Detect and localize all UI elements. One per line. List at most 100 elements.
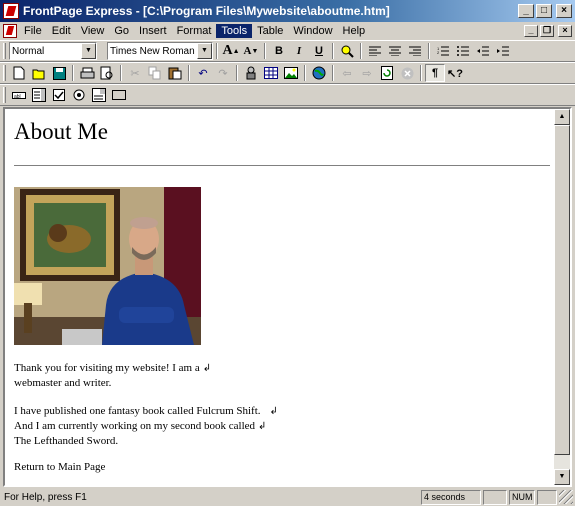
pilcrow-icon: ¶	[431, 67, 439, 79]
document-editor[interactable]: About Me Thank you for visiting my websi…	[3, 107, 572, 487]
menu-window[interactable]: Window	[288, 24, 337, 38]
radio-button-tool[interactable]	[69, 86, 89, 104]
text-color-button[interactable]	[337, 42, 357, 60]
insert-image-button[interactable]	[281, 64, 301, 82]
return-main-page-link[interactable]: Return to Main Page	[14, 461, 105, 473]
text-line-2: webmaster and writer.	[14, 377, 112, 389]
open-button[interactable]	[29, 64, 49, 82]
style-select[interactable]: Normal ▼	[9, 42, 97, 60]
increase-indent-button[interactable]	[493, 42, 513, 60]
insert-webbot-button[interactable]	[241, 64, 261, 82]
chevron-down-icon[interactable]: ▼	[81, 43, 96, 59]
close-button[interactable]: ×	[556, 4, 572, 18]
status-empty-panel	[483, 489, 507, 505]
redo-button[interactable]: ↷	[213, 64, 233, 82]
show-formatting-marks-button[interactable]: ¶	[425, 64, 445, 82]
underline-button[interactable]: U	[309, 42, 329, 60]
refresh-button[interactable]	[377, 64, 397, 82]
menu-edit[interactable]: Edit	[47, 24, 76, 38]
menu-go[interactable]: Go	[109, 24, 134, 38]
document-content[interactable]: About Me Thank you for visiting my websi…	[5, 109, 554, 485]
toolbar-grip[interactable]	[3, 43, 6, 59]
menu-view[interactable]: View	[76, 24, 110, 38]
increase-font-size-button[interactable]: A ▲	[221, 42, 241, 60]
menu-file[interactable]: File	[19, 24, 47, 38]
toolbar-separator	[216, 43, 218, 59]
back-button[interactable]: ⇦	[337, 64, 357, 82]
undo-button[interactable]: ↶	[193, 64, 213, 82]
italic-button[interactable]: I	[289, 42, 309, 60]
minimize-button[interactable]: _	[518, 4, 534, 18]
push-button-tool[interactable]	[109, 86, 129, 104]
toolbar-separator	[188, 65, 190, 81]
numbered-list-button[interactable]: 12	[433, 42, 453, 60]
insert-table-button[interactable]	[261, 64, 281, 82]
decrease-font-size-button[interactable]: A ▼	[241, 42, 261, 60]
hyperlink-button[interactable]	[309, 64, 329, 82]
doc-restore-button[interactable]: ❐	[540, 25, 554, 37]
svg-text:abl: abl	[14, 94, 21, 100]
scroll-thumb[interactable]	[554, 125, 570, 455]
author-photo[interactable]	[14, 187, 201, 345]
print-preview-button[interactable]	[97, 64, 117, 82]
standard-toolbar: ✂ ↶ ↷ ⇦ ⇨ ¶ ↖?	[0, 62, 575, 84]
push-button-icon	[112, 90, 126, 100]
status-bar: For Help, press F1 4 seconds NUM	[0, 488, 575, 506]
paste-button[interactable]	[165, 64, 185, 82]
document-icon[interactable]	[3, 24, 17, 38]
increase-font-icon: A	[222, 43, 233, 58]
title-bar: FrontPage Express - [C:\Program Files\My…	[0, 0, 575, 22]
help-button[interactable]: ↖?	[445, 64, 465, 82]
cut-button[interactable]: ✂	[125, 64, 145, 82]
doc-minimize-button[interactable]: _	[524, 25, 538, 37]
new-document-icon	[13, 66, 25, 80]
menu-tools[interactable]: Tools	[216, 24, 253, 38]
menu-insert[interactable]: Insert	[134, 24, 172, 38]
align-center-button[interactable]	[385, 42, 405, 60]
new-button[interactable]	[9, 64, 29, 82]
toolbar-grip[interactable]	[3, 87, 6, 103]
menu-table[interactable]: Table	[252, 24, 288, 38]
forward-button[interactable]: ⇨	[357, 64, 377, 82]
maximize-button[interactable]: □	[536, 4, 552, 18]
font-select[interactable]: Times New Roman ▼	[107, 42, 213, 60]
frontpage-app-icon[interactable]	[3, 3, 19, 19]
print-preview-icon	[100, 66, 113, 80]
table-icon	[264, 67, 278, 79]
dropdown-icon	[92, 88, 106, 102]
one-line-textbox-button[interactable]: abl	[9, 86, 29, 104]
scroll-up-button[interactable]: ▲	[554, 109, 570, 125]
scrolling-textbox-button[interactable]	[29, 86, 49, 104]
toolbar-separator	[236, 65, 238, 81]
save-disk-icon	[52, 66, 66, 80]
toolbar-separator	[428, 43, 430, 59]
bulleted-list-button[interactable]	[453, 42, 473, 60]
stop-button[interactable]	[397, 64, 417, 82]
align-right-icon	[409, 46, 421, 56]
print-button[interactable]	[77, 64, 97, 82]
decrease-indent-button[interactable]	[473, 42, 493, 60]
document-window-controls: _ ❐ ×	[524, 25, 575, 37]
align-right-button[interactable]	[405, 42, 425, 60]
intro-paragraph: Thank you for visiting my website! I am …	[14, 361, 211, 390]
resize-grip[interactable]	[559, 490, 573, 504]
menu-format[interactable]: Format	[172, 24, 217, 38]
bold-button[interactable]: B	[269, 42, 289, 60]
menu-help[interactable]: Help	[338, 24, 371, 38]
text-line-5: The Lefthanded Sword.	[14, 435, 119, 447]
format-toolbar: Normal ▼ Times New Roman ▼ A ▲ A ▼ B I U 1…	[0, 40, 575, 62]
text-line-1: Thank you for visiting my website! I am …	[14, 362, 200, 374]
doc-close-button[interactable]: ×	[558, 25, 572, 37]
toolbar-grip[interactable]	[3, 65, 6, 81]
checkbox-button[interactable]	[49, 86, 69, 104]
copy-button[interactable]	[145, 64, 165, 82]
scroll-down-button[interactable]: ▼	[554, 469, 570, 485]
forward-arrow-icon: ⇨	[362, 67, 372, 80]
save-button[interactable]	[49, 64, 69, 82]
dropdown-menu-tool[interactable]	[89, 86, 109, 104]
chevron-down-icon[interactable]: ▼	[197, 43, 212, 59]
align-left-button[interactable]	[365, 42, 385, 60]
hyperlink-globe-icon	[312, 66, 326, 80]
vertical-scrollbar[interactable]: ▲ ▼	[554, 109, 570, 485]
svg-text:2: 2	[437, 50, 440, 55]
